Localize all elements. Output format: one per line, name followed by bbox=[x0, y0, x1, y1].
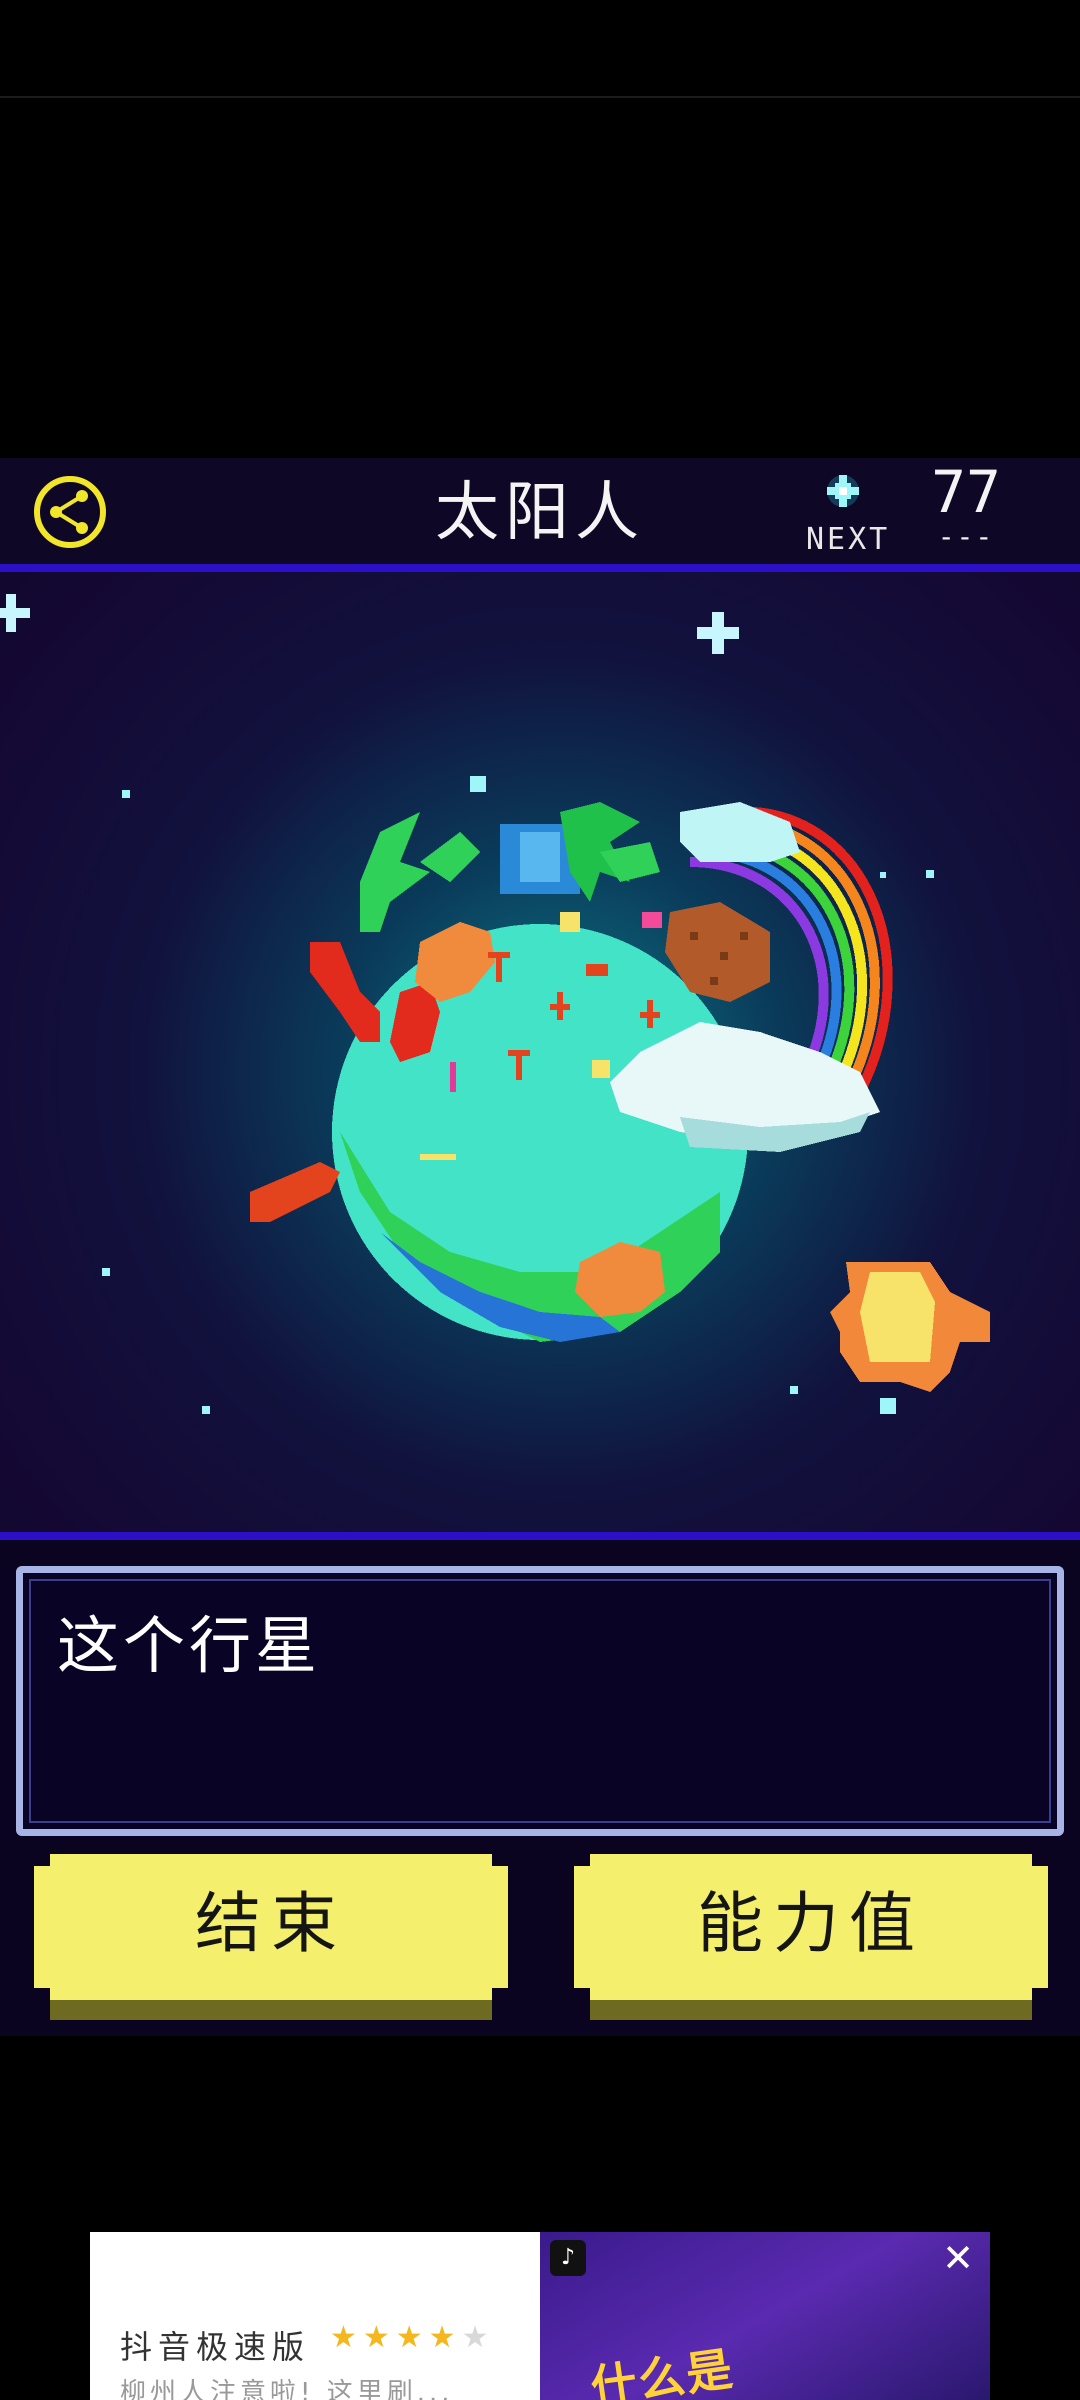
stats-button[interactable]: 能力值 bbox=[574, 1854, 1048, 2020]
scene-divider bbox=[0, 1532, 1080, 1540]
message-box[interactable]: 这个行星 bbox=[16, 1566, 1064, 1836]
pixel-rocket bbox=[830, 1262, 990, 1414]
end-button[interactable]: 结束 bbox=[34, 1854, 508, 2020]
next-progress: --- bbox=[937, 520, 995, 553]
ad-rating: ★★★★★ bbox=[330, 2320, 495, 2355]
game-header: 太阳人 NEXT 77 --- bbox=[0, 458, 1080, 568]
pixel-planet bbox=[250, 802, 893, 1342]
message-text: 这个行星 bbox=[57, 1609, 322, 1682]
ad-text-panel[interactable]: 抖音极速版 ★★★★★ 柳州人注意啦! 这里刷... bbox=[90, 2232, 540, 2400]
share-icon bbox=[34, 476, 106, 548]
space-scene[interactable] bbox=[0, 572, 1080, 1532]
next-count: 77 bbox=[931, 458, 1001, 526]
end-button-label: 结束 bbox=[195, 1885, 347, 1962]
status-divider bbox=[0, 96, 1080, 98]
sparkle-icon bbox=[820, 468, 866, 514]
ad-banner[interactable]: 抖音极速版 ★★★★★ 柳州人注意啦! 这里刷... ♪ ✕ 什么是 bbox=[90, 2232, 990, 2400]
next-label: NEXT bbox=[806, 522, 891, 557]
ad-headline: 什么是 bbox=[587, 2341, 738, 2400]
ad-title: 抖音极速版 bbox=[120, 2328, 311, 2366]
header-divider bbox=[0, 564, 1080, 572]
tiktok-icon: ♪ bbox=[550, 2240, 586, 2276]
ad-image[interactable]: ♪ ✕ 什么是 bbox=[540, 2232, 990, 2400]
ad-subtitle: 柳州人注意啦! 这里刷... bbox=[120, 2378, 454, 2400]
close-icon[interactable]: ✕ bbox=[938, 2238, 978, 2278]
game-screen: 太阳人 NEXT 77 --- 这个行星 结束 能力值 bbox=[0, 458, 1080, 2036]
share-button[interactable] bbox=[32, 474, 108, 550]
page-title: 太阳人 bbox=[435, 476, 645, 550]
stats-button-label: 能力值 bbox=[697, 1885, 925, 1962]
